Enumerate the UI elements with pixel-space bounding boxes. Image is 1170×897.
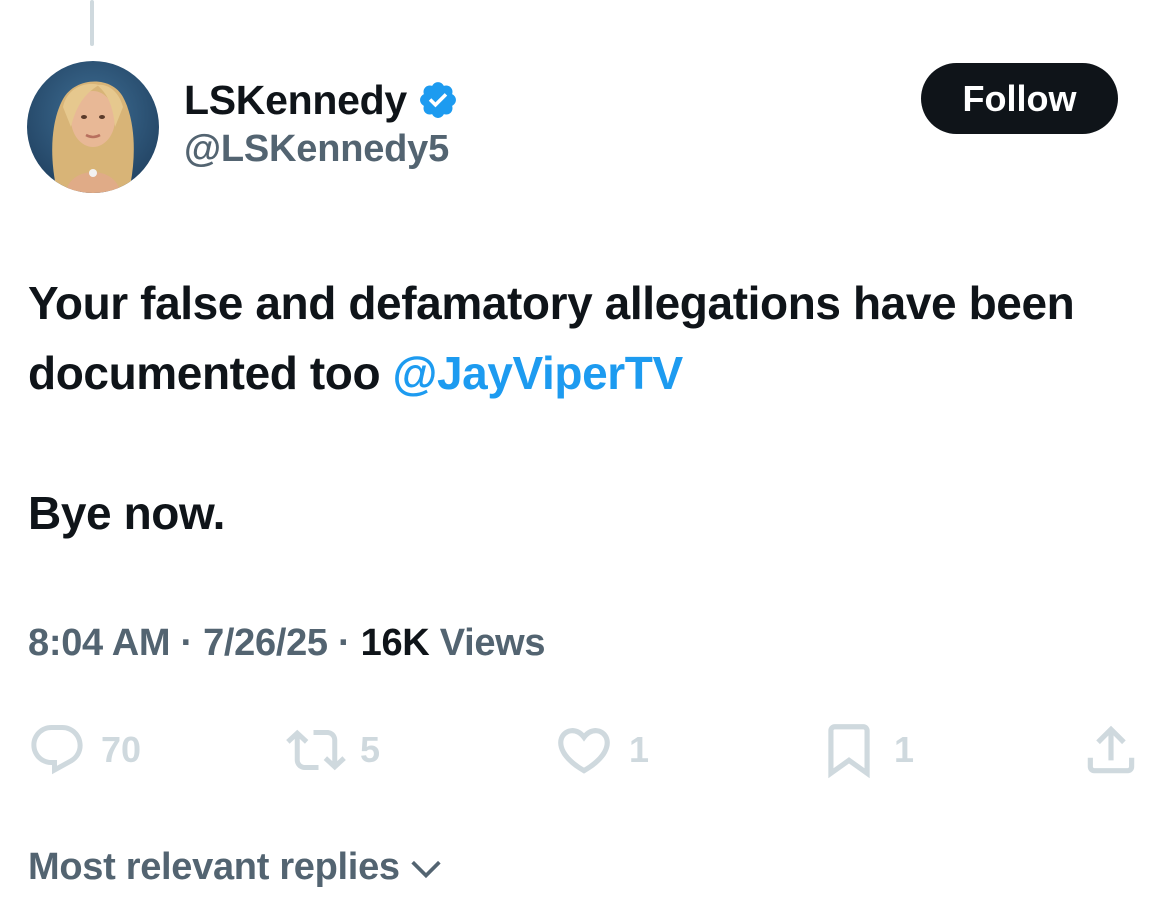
share-button[interactable] bbox=[1080, 718, 1142, 782]
repost-button[interactable]: 5 bbox=[286, 718, 380, 782]
follow-button[interactable]: Follow bbox=[921, 63, 1118, 134]
author-display-name[interactable]: LSKennedy bbox=[184, 77, 407, 124]
share-icon bbox=[1087, 725, 1135, 774]
views-label: Views bbox=[429, 622, 546, 664]
reply-icon bbox=[31, 725, 83, 775]
replies-sort-dropdown[interactable]: Most relevant replies bbox=[28, 846, 446, 889]
heart-icon bbox=[558, 728, 610, 774]
meta-separator: · bbox=[170, 622, 204, 664]
author-name-row[interactable]: LSKennedy bbox=[184, 74, 459, 126]
avatar[interactable] bbox=[27, 61, 159, 193]
chevron-down-icon bbox=[411, 860, 441, 878]
thread-connector-line bbox=[90, 0, 94, 46]
bookmark-icon bbox=[828, 724, 870, 779]
like-button[interactable]: 1 bbox=[553, 718, 649, 782]
tweet-paragraph-2: Bye now. bbox=[28, 487, 226, 539]
bookmark-count: 1 bbox=[894, 729, 915, 770]
tweet-date[interactable]: 7/26/25 bbox=[203, 622, 328, 664]
replies-sort-label: Most relevant replies bbox=[28, 846, 400, 888]
tweet-text: Your false and defamatory allegations ha… bbox=[28, 268, 1138, 548]
verified-badge-icon bbox=[417, 79, 459, 121]
views-count: 16K bbox=[360, 622, 430, 664]
mention-link[interactable]: @JayViperTV bbox=[393, 347, 684, 399]
reply-button[interactable]: 70 bbox=[27, 718, 141, 782]
meta-separator: · bbox=[327, 622, 361, 664]
repost-icon bbox=[286, 729, 346, 771]
tweet-actions-bar: 70 5 1 1 bbox=[0, 718, 1170, 782]
tweet-time[interactable]: 8:04 AM bbox=[28, 622, 171, 664]
tweet-paragraph-1: Your false and defamatory allegations ha… bbox=[28, 268, 1138, 408]
bookmark-button[interactable]: 1 bbox=[818, 718, 914, 782]
repost-count: 5 bbox=[360, 729, 381, 770]
tweet-meta: 8:04 AM · 7/26/25 · 16K Views bbox=[28, 622, 546, 665]
like-count: 1 bbox=[629, 729, 650, 770]
author-handle[interactable]: @LSKennedy5 bbox=[184, 128, 449, 171]
reply-count: 70 bbox=[101, 729, 142, 770]
